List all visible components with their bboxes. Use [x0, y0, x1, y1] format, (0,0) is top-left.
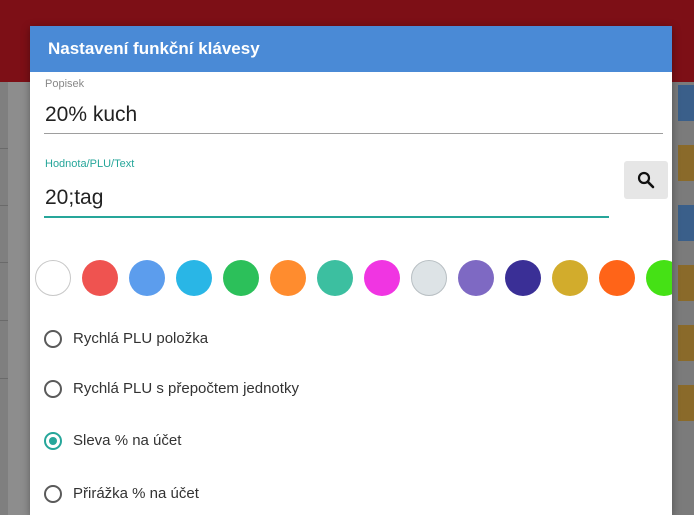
radio-option-label: Rychlá PLU položka: [73, 330, 209, 347]
color-swatch[interactable]: [317, 260, 353, 296]
description-field-value[interactable]: 20% kuch: [45, 103, 137, 127]
radio-checked-icon[interactable]: [44, 432, 62, 450]
radio-unchecked-icon[interactable]: [44, 330, 62, 348]
background-tile: [678, 385, 694, 421]
color-swatch[interactable]: [35, 260, 71, 296]
description-field-label: Popisek: [45, 78, 85, 90]
value-field-value[interactable]: 20;tag: [45, 186, 103, 210]
radio-option-label: Rychlá PLU s přepočtem jednotky: [73, 380, 299, 397]
background-tile: [678, 205, 694, 241]
value-field-underline: [44, 216, 609, 218]
color-swatch[interactable]: [505, 260, 541, 296]
color-swatch[interactable]: [646, 260, 672, 296]
background-tile: [678, 265, 694, 301]
radio-option-label: Přirážka % na účet: [73, 485, 199, 502]
background-tile: [678, 325, 694, 361]
background-divider: [0, 262, 8, 263]
search-button[interactable]: [624, 161, 668, 199]
search-icon: [637, 171, 655, 189]
color-swatch[interactable]: [223, 260, 259, 296]
background-divider: [0, 205, 8, 206]
dialog-title: Nastavení funkční klávesy: [48, 39, 260, 58]
background-left-panel: [0, 82, 8, 515]
description-field-underline: [44, 133, 663, 134]
background-tile: [678, 145, 694, 181]
function-key-dialog: Nastavení funkční klávesy Popisek 20% ku…: [30, 26, 672, 515]
background-divider: [0, 320, 8, 321]
background-divider: [0, 378, 8, 379]
color-swatch[interactable]: [458, 260, 494, 296]
color-swatch[interactable]: [364, 260, 400, 296]
radio-unchecked-icon[interactable]: [44, 380, 62, 398]
color-swatch[interactable]: [82, 260, 118, 296]
background-divider: [0, 148, 8, 149]
color-swatch[interactable]: [411, 260, 447, 296]
dialog-header: Nastavení funkční klávesy: [30, 26, 672, 72]
color-swatch[interactable]: [176, 260, 212, 296]
color-swatch[interactable]: [599, 260, 635, 296]
radio-option-label: Sleva % na účet: [73, 432, 182, 449]
color-swatch[interactable]: [552, 260, 588, 296]
color-swatch[interactable]: [129, 260, 165, 296]
background-tile: [678, 85, 694, 121]
value-field-label: Hodnota/PLU/Text: [45, 158, 135, 170]
color-swatch[interactable]: [270, 260, 306, 296]
radio-unchecked-icon[interactable]: [44, 485, 62, 503]
